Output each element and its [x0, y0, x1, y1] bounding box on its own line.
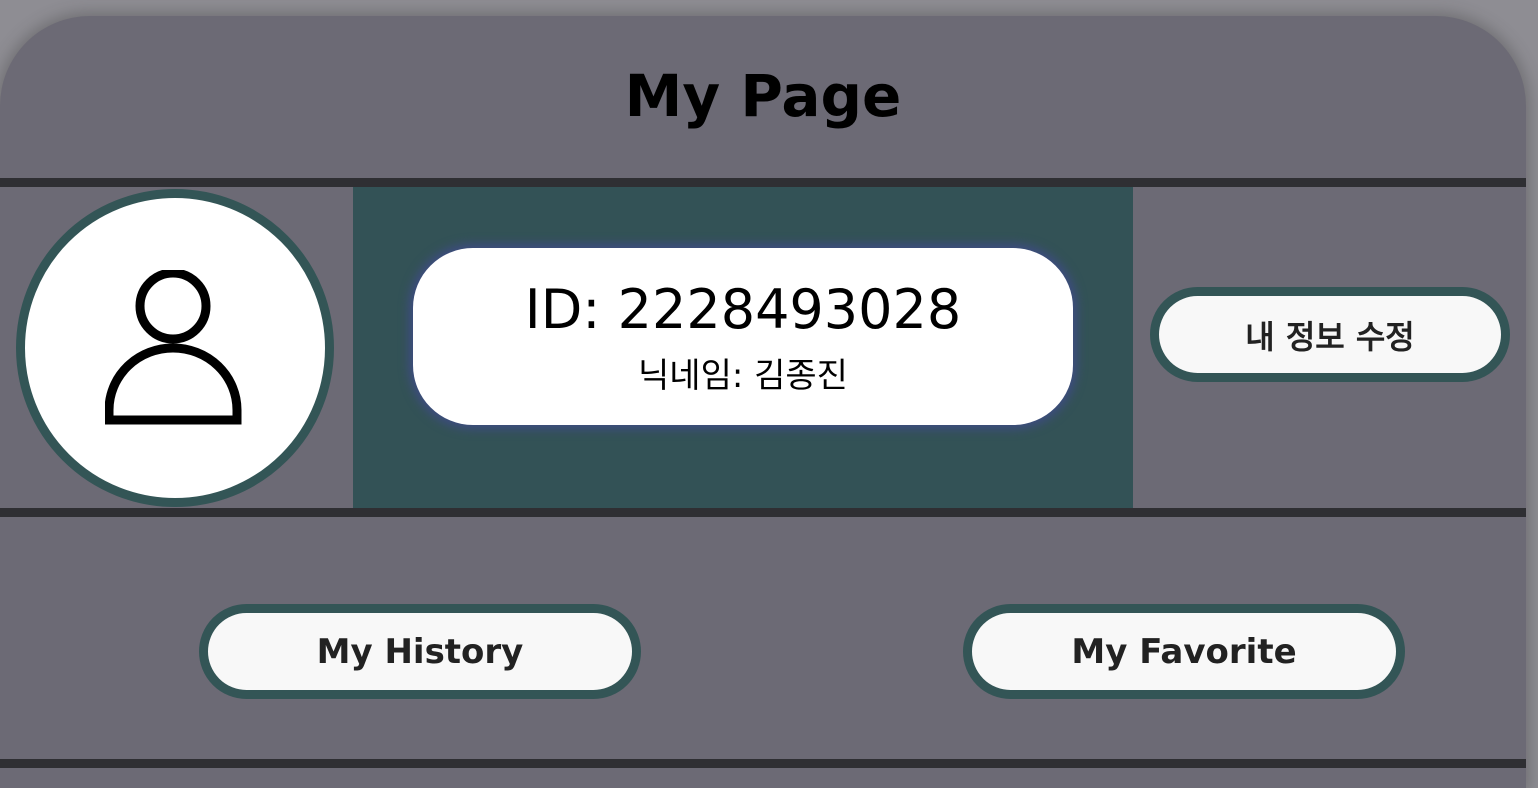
- nickname-text: 닉네임: 김종진: [638, 356, 848, 396]
- my-history-button[interactable]: My History: [199, 604, 641, 699]
- user-id-text: ID: 2228493028: [524, 278, 962, 341]
- avatar: [16, 189, 334, 507]
- profile-info-card: ID: 2228493028 닉네임: 김종진: [413, 248, 1073, 425]
- profile-info-area: ID: 2228493028 닉네임: 김종진: [353, 187, 1133, 508]
- my-favorite-button[interactable]: My Favorite: [963, 604, 1405, 699]
- middle-divider: [0, 508, 1526, 517]
- my-page-panel: My Page ID: 2228493028 닉네임: 김종진 내 정보 수정 …: [0, 16, 1526, 788]
- top-divider: [0, 178, 1526, 187]
- page-title: My Page: [624, 62, 902, 130]
- person-icon: [105, 270, 242, 425]
- edit-info-button[interactable]: 내 정보 수정: [1150, 287, 1510, 382]
- bottom-divider: [0, 759, 1526, 768]
